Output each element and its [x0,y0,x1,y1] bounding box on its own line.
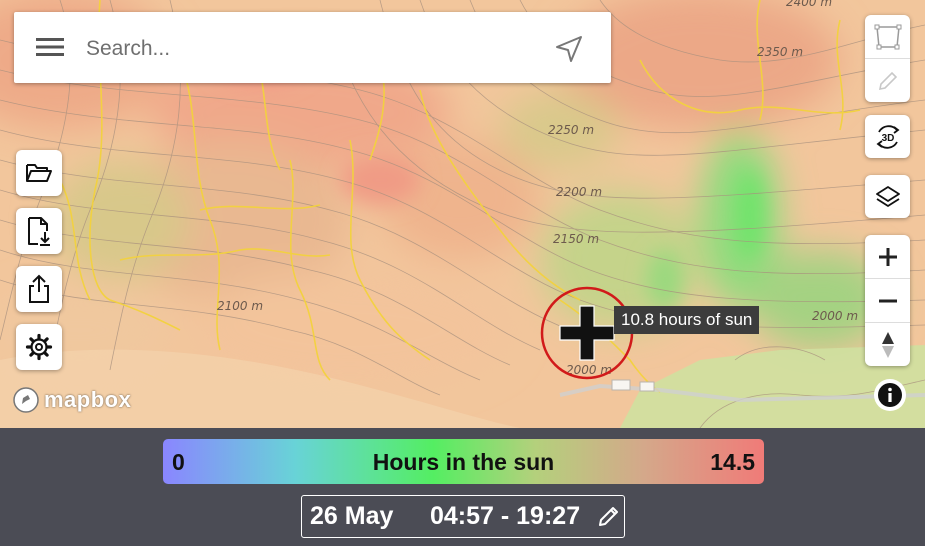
legend-max-value: 14.5 [710,449,755,475]
info-button[interactable] [874,379,906,411]
search-bar [14,12,611,83]
rotate-3d-icon: 3D [876,124,899,149]
sun-hours-legend: 0 Hours in the sun 14.5 [163,439,764,484]
download-file-button[interactable] [16,208,62,254]
compass-icon [881,331,894,358]
search-input[interactable] [84,32,538,66]
view-3d-button[interactable]: 3D [865,115,910,158]
zoom-in-button[interactable] [865,235,910,279]
plus-icon [878,247,897,266]
file-download-icon [28,217,50,246]
contour-label: 2350 m [757,45,803,59]
share-button[interactable] [16,266,62,312]
folder-open-icon [26,164,52,182]
open-file-button[interactable] [16,150,62,196]
date-label: 26 May [310,502,394,530]
sun-hours-tooltip: 10.8 hours of sun [614,306,760,334]
polygon-select-icon [874,24,901,49]
contour-label: 2250 m [548,123,594,137]
minus-icon [878,299,897,302]
info-icon [878,383,902,407]
draw-tools [865,15,910,102]
navigation-arrow-icon[interactable] [554,34,584,64]
gear-icon [25,333,53,361]
zoom-control [865,235,910,366]
edit-shape-button[interactable] [865,59,910,102]
compass-button[interactable] [865,323,910,366]
mapbox-wordmark: mapbox [44,387,132,412]
contour-label: 2000 m [812,309,858,323]
mapbox-logo-icon [13,387,39,413]
view-3d-control: 3D [865,115,910,158]
contour-label: 2100 m [217,299,263,313]
zoom-out-button[interactable] [865,279,910,323]
layers-button[interactable] [865,175,910,218]
date-time-selector[interactable]: 26 May 04:57 - 19:27 [301,495,625,538]
share-upload-icon [29,274,49,303]
contour-label: 2400 m [786,0,832,9]
contour-label: 2150 m [553,232,599,246]
layers-control [865,175,910,218]
settings-button[interactable] [16,324,62,370]
map-canvas[interactable]: 2400 m 2350 m 2250 m 2200 m 2150 m 2100 … [0,0,925,428]
polygon-select-button[interactable] [865,15,910,59]
layers-icon [875,185,900,207]
pencil-icon[interactable] [597,504,621,528]
mapbox-logo[interactable]: mapbox [12,386,131,414]
contour-label: 2200 m [556,185,602,199]
view-3d-label: 3D [881,133,894,144]
time-range-label: 04:57 - 19:27 [430,502,581,530]
pencil-icon [878,71,897,90]
hamburger-menu-icon[interactable] [36,37,64,57]
legend-title: Hours in the sun [372,449,555,475]
